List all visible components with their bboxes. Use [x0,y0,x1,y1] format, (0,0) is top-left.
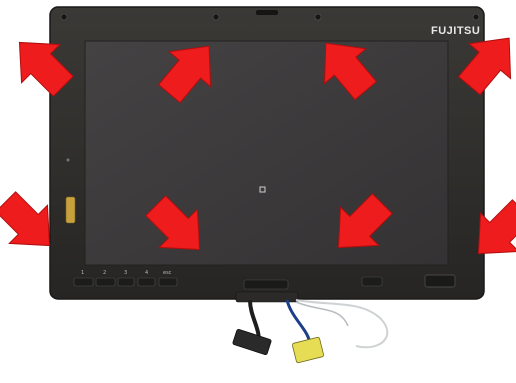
svg-text:4: 4 [145,270,148,276]
svg-text:3: 3 [124,270,127,276]
svg-text:esc: esc [163,270,172,276]
cables [232,299,389,364]
right-button [361,276,383,287]
svg-text:2: 2 [103,270,106,276]
hinge [235,291,299,303]
tablet-screen [84,40,449,266]
webcam-notch [256,10,278,15]
indicator-dot [66,158,70,162]
tablet-photo: FUJITSU 1 2 3 4 esc [0,6,516,364]
svg-text:1: 1 [81,270,84,276]
power-switch [424,274,456,288]
brand-logo: FUJITSU [431,25,480,37]
side-latch [65,196,76,224]
center-connector [243,279,289,290]
